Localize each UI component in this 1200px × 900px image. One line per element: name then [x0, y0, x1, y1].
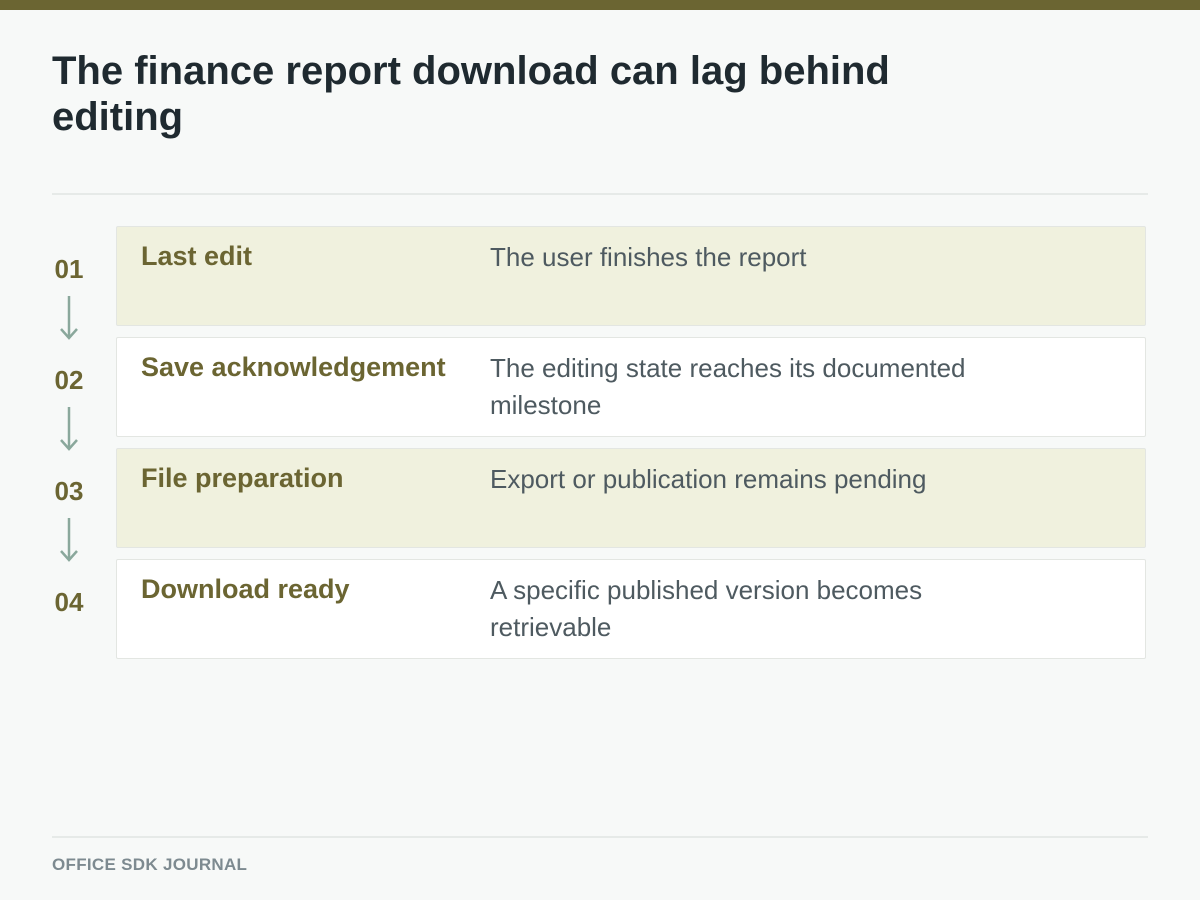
step-title: Download ready — [141, 574, 350, 604]
process-steps: 01 Last edit The user finishes the repor… — [52, 226, 1148, 670]
down-arrow-icon — [60, 407, 78, 451]
step-number: 04 — [54, 587, 84, 617]
top-accent-bar — [0, 0, 1200, 10]
step-3: 03 File preparation Export or publicatio… — [52, 448, 1148, 562]
down-arrow-icon — [60, 296, 78, 340]
step-card: Last edit The user finishes the report — [116, 226, 1146, 326]
step-card: Download ready A specific published vers… — [116, 559, 1146, 659]
step-4: 04 Download ready A specific published v… — [52, 559, 1148, 661]
step-number: 03 — [54, 476, 84, 506]
step-description: The editing state reaches its documented… — [490, 353, 966, 420]
page-title: The finance report download can lag behi… — [52, 49, 890, 139]
footer-brand: OFFICE SDK JOURNAL — [52, 855, 248, 874]
step-description: A specific published version becomes ret… — [490, 575, 923, 642]
step-card: Save acknowledgement The editing state r… — [116, 337, 1146, 437]
down-arrow-icon — [60, 518, 78, 562]
step-1: 01 Last edit The user finishes the repor… — [52, 226, 1148, 340]
step-2: 02 Save acknowledgement The editing stat… — [52, 337, 1148, 451]
step-title: Last edit — [141, 241, 253, 271]
step-number: 02 — [54, 365, 84, 395]
title-divider — [52, 193, 1148, 195]
step-description: The user finishes the report — [490, 242, 807, 272]
step-number: 01 — [54, 254, 84, 284]
footer-divider — [52, 836, 1148, 838]
step-description: Export or publication remains pending — [490, 464, 927, 494]
step-card: File preparation Export or publication r… — [116, 448, 1146, 548]
step-title: File preparation — [141, 463, 344, 493]
step-title: Save acknowledgement — [141, 352, 446, 382]
